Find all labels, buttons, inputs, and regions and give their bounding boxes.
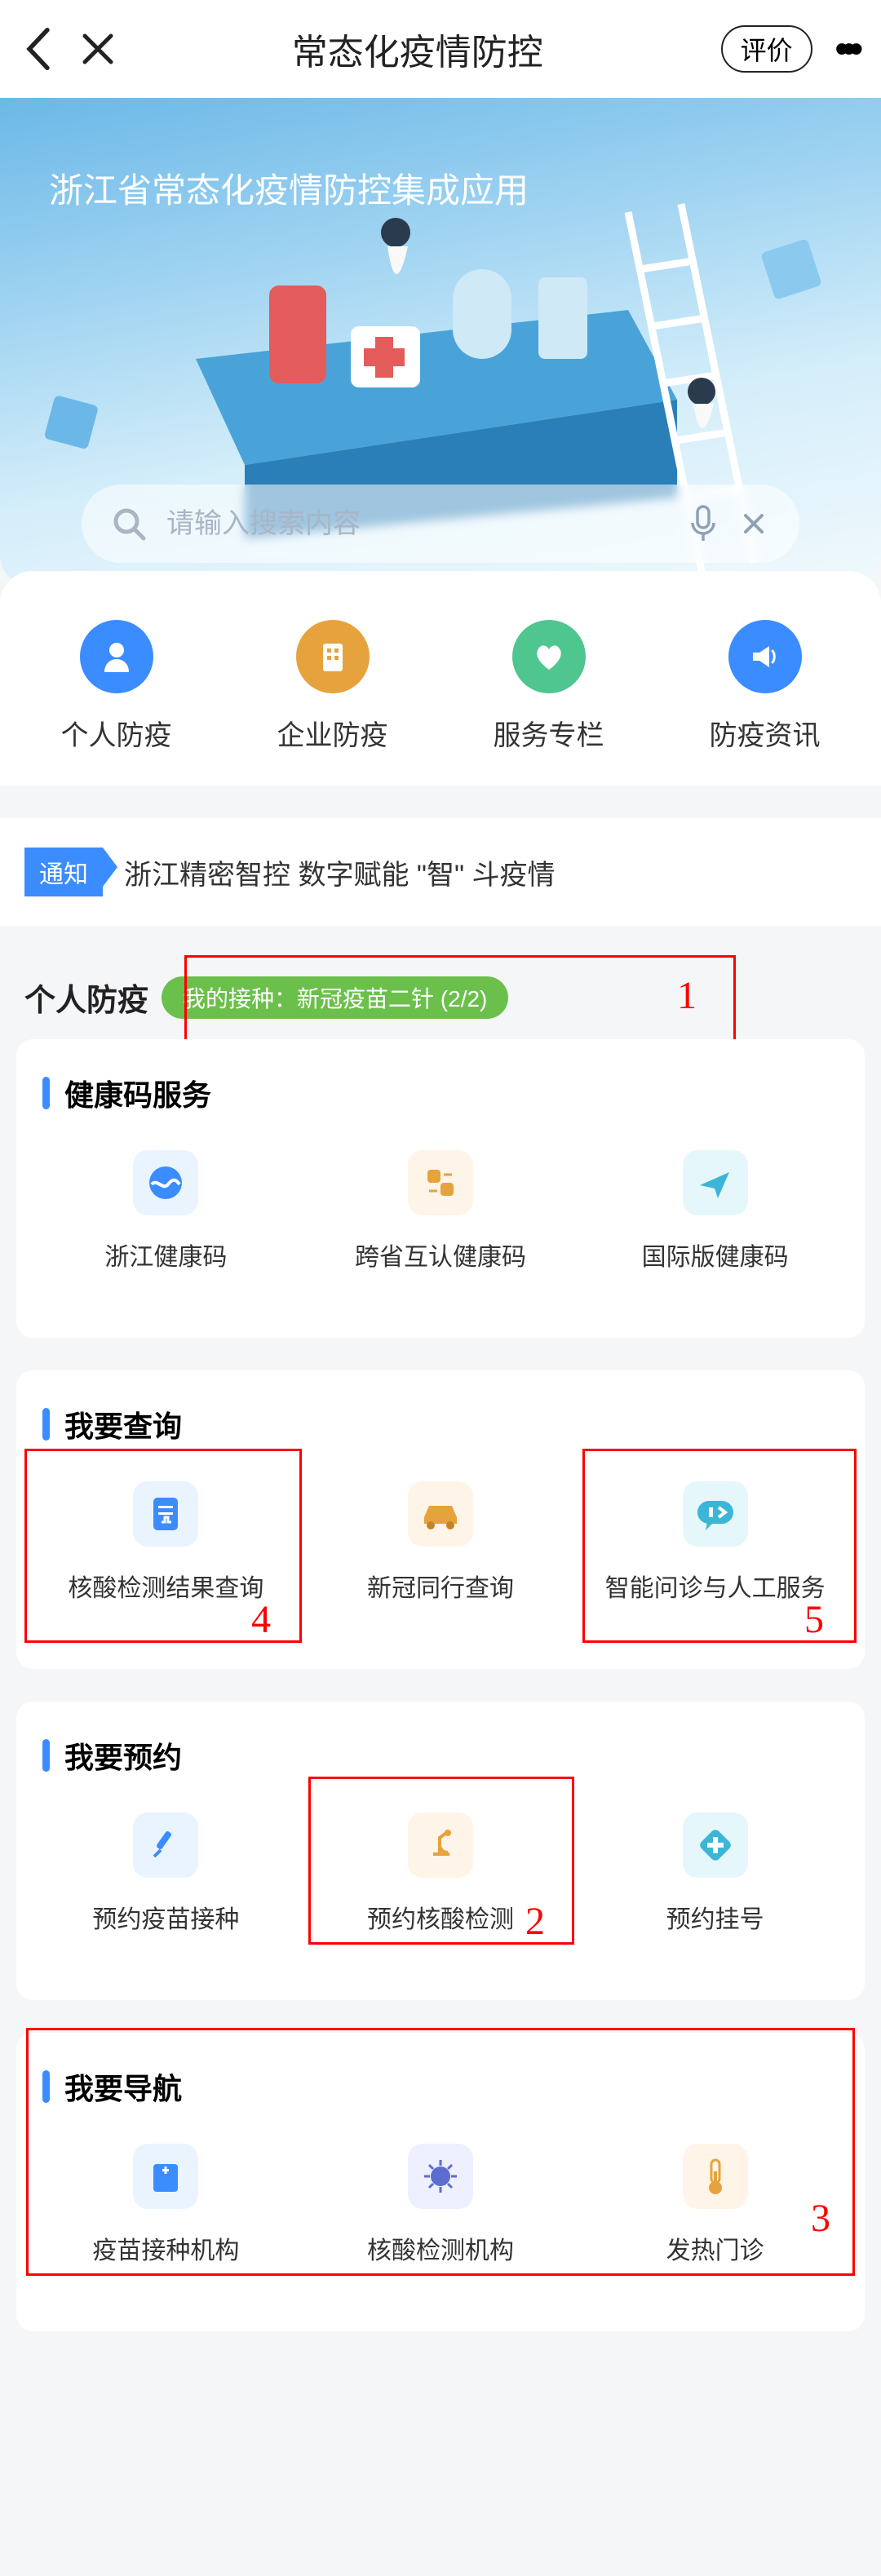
- search-bar[interactable]: [82, 485, 799, 563]
- clear-icon[interactable]: [737, 507, 770, 540]
- notice-badge: 通知: [24, 848, 103, 896]
- svc-zhejiang-code[interactable]: 浙江健康码: [33, 1150, 299, 1300]
- card-title: 我要导航: [64, 2065, 182, 2108]
- navigation-card: 我要导航 疫苗接种机构 核酸检测机构 发热门诊 3: [16, 2033, 865, 2331]
- person-icon: [98, 638, 135, 675]
- annotation-number-2: 2: [525, 1899, 545, 1944]
- close-icon[interactable]: [82, 33, 114, 65]
- svc-vaccine-org[interactable]: 疫苗接种机构: [33, 2144, 299, 2294]
- svc-travel-companion[interactable]: 新冠同行查询: [308, 1481, 574, 1631]
- microscope-icon: [422, 1826, 459, 1864]
- nav-label: 服务专栏: [449, 713, 649, 753]
- page-title: 常态化疫情防控: [114, 23, 721, 75]
- wave-icon: [148, 1165, 184, 1201]
- svc-label: 预约挂号: [588, 1899, 842, 1963]
- notice-bar[interactable]: 通知 浙江精密智控 数字赋能 "智" 斗疫情: [0, 818, 881, 926]
- plane-icon: [697, 1164, 734, 1202]
- nav-personal[interactable]: 个人防疫: [16, 620, 216, 753]
- svc-label: 疫苗接种机构: [39, 2230, 293, 2294]
- svc-nucleic-org[interactable]: 核酸检测机构: [308, 2144, 574, 2294]
- back-icon[interactable]: [24, 28, 52, 70]
- notice-text: 浙江精密智控 数字赋能 "智" 斗疫情: [124, 852, 555, 892]
- nav-label: 防疫资讯: [665, 713, 865, 753]
- more-icon[interactable]: •••: [835, 27, 857, 72]
- voice-icon[interactable]: [688, 505, 718, 542]
- thermometer-icon: [702, 2157, 729, 2196]
- query-card: 我要查询 核酸检测结果查询 新冠同行查询 智能问诊与人工服务 4 5: [16, 1370, 865, 1669]
- svc-label: 国际版健康码: [588, 1237, 842, 1300]
- svc-label: 核酸检测机构: [314, 2230, 568, 2294]
- nav-label: 企业防疫: [232, 713, 432, 753]
- search-icon: [111, 506, 147, 542]
- speaker-icon: [746, 638, 784, 675]
- car-icon: [418, 1498, 463, 1530]
- search-input[interactable]: [166, 508, 669, 540]
- quick-nav-card: 个人防疫 企业防疫 服务专栏 防疫资讯: [0, 571, 881, 786]
- health-code-card: 健康码服务 浙江健康码 跨省互认健康码 国际版健康码: [16, 1039, 865, 1338]
- svc-registration[interactable]: 预约挂号: [582, 1812, 848, 1963]
- vaccination-status-chip[interactable]: 我的接种：新冠疫苗二针 (2/2): [162, 976, 508, 1019]
- building-icon: [315, 639, 351, 675]
- hospital-icon: [148, 2158, 183, 2195]
- clipboard-icon: [148, 1494, 183, 1534]
- card-title: 我要查询: [64, 1403, 182, 1445]
- syringe-icon: [146, 1826, 185, 1865]
- nav-news[interactable]: 防疫资讯: [665, 620, 865, 753]
- appointment-card: 我要预约 预约疫苗接种 预约核酸检测 预约挂号 2: [16, 1702, 865, 2000]
- svc-label: 预约疫苗接种: [39, 1899, 293, 1963]
- svc-label: 新冠同行查询: [314, 1568, 568, 1631]
- svc-label: 跨省互认健康码: [314, 1237, 568, 1300]
- nav-enterprise[interactable]: 企业防疫: [232, 620, 432, 753]
- personal-section-header: 个人防疫 我的接种：新冠疫苗二针 (2/2) 1: [0, 926, 881, 1039]
- annotation-number-3: 3: [811, 2196, 830, 2241]
- nav-label: 个人防疫: [16, 713, 216, 753]
- evaluate-button[interactable]: 评价: [721, 25, 812, 73]
- app-header: 常态化疫情防控 评价 •••: [0, 0, 881, 98]
- annotation-number-4: 4: [251, 1597, 271, 1642]
- plus-diamond-icon: [697, 1826, 734, 1864]
- swap-icon: [423, 1165, 458, 1201]
- annotation-number-5: 5: [804, 1597, 824, 1642]
- card-title: 我要预约: [64, 1734, 182, 1777]
- virus-icon: [422, 2158, 459, 2195]
- heart-icon: [529, 637, 569, 676]
- svc-vaccine-appoint[interactable]: 预约疫苗接种: [33, 1812, 299, 1963]
- svc-international-code[interactable]: 国际版健康码: [582, 1150, 848, 1300]
- svc-cross-province-code[interactable]: 跨省互认健康码: [308, 1150, 574, 1300]
- svc-label: 发热门诊: [588, 2230, 842, 2294]
- hero-banner: 浙江省常态化疫情防控集成应用: [0, 98, 881, 587]
- svc-fever-clinic[interactable]: 发热门诊: [582, 2144, 848, 2294]
- annotation-number-1: 1: [677, 973, 697, 1018]
- svc-label: 浙江健康码: [39, 1237, 293, 1300]
- card-title: 健康码服务: [64, 1072, 211, 1114]
- nav-services[interactable]: 服务专栏: [449, 620, 649, 753]
- chat-icon: [694, 1498, 737, 1530]
- section-title: 个人防疫: [24, 975, 148, 1020]
